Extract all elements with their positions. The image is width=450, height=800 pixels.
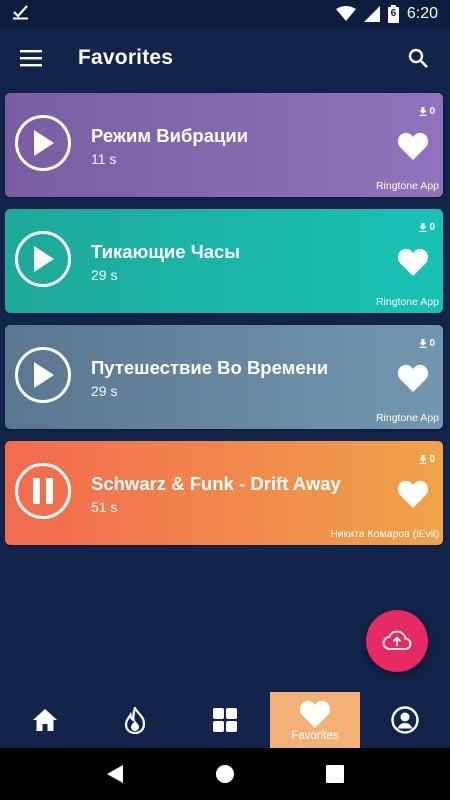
- back-icon: [107, 765, 123, 783]
- recents-button[interactable]: [315, 754, 355, 794]
- song-duration: 29 s: [91, 267, 118, 283]
- list-item[interactable]: Путешествие Во Времени 29 s 0 Ringtone A…: [5, 325, 443, 429]
- home-circle-icon: [216, 765, 234, 783]
- page-title: Favorites: [78, 46, 174, 69]
- pause-icon: [33, 478, 53, 504]
- play-button[interactable]: [15, 231, 71, 287]
- song-author: Ringtone App: [375, 296, 439, 308]
- battery-icon: 6: [387, 5, 399, 23]
- song-title: Режим Вибрации: [91, 125, 249, 146]
- status-time: 6:20: [406, 5, 438, 22]
- bottom-navigation: Favorites: [0, 692, 450, 748]
- favorite-heart-icon[interactable]: [397, 247, 429, 277]
- signal-icon: [363, 6, 380, 22]
- nav-home[interactable]: [0, 692, 90, 748]
- play-button[interactable]: [15, 347, 71, 403]
- app-bar: Favorites: [0, 28, 450, 88]
- song-author: Ringtone App: [375, 412, 439, 424]
- fire-icon: [124, 706, 146, 734]
- nav-trending[interactable]: [90, 692, 180, 748]
- download-count: 0: [419, 454, 435, 465]
- ringtone-list: Режим Вибрации 11 s 0 Ringtone App Тикаю…: [5, 93, 443, 557]
- nav-categories[interactable]: [180, 692, 270, 748]
- download-count-value: 0: [429, 106, 435, 117]
- heart-icon: [299, 700, 331, 728]
- favorite-heart-icon[interactable]: [397, 479, 429, 509]
- download-count: 0: [419, 222, 435, 233]
- menu-button[interactable]: [16, 43, 46, 73]
- favorite-heart-icon[interactable]: [397, 131, 429, 161]
- song-duration: 11 s: [91, 151, 117, 167]
- list-item[interactable]: Schwarz & Funk - Drift Away 51 s 0 Никит…: [5, 441, 443, 545]
- profile-icon: [391, 706, 419, 734]
- upload-button[interactable]: [366, 610, 428, 672]
- song-author: Никита Комаров (iEvil): [330, 528, 439, 540]
- song-title: Schwarz & Funk - Drift Away: [91, 473, 341, 494]
- song-duration: 29 s: [91, 383, 118, 399]
- download-icon: [419, 223, 427, 232]
- download-count: 0: [419, 106, 435, 117]
- song-author: Ringtone App: [375, 180, 439, 192]
- system-navigation-bar: [0, 748, 450, 800]
- home-icon: [33, 709, 57, 731]
- menu-icon: [20, 50, 42, 67]
- grid-icon: [213, 708, 237, 732]
- pause-button[interactable]: [15, 463, 71, 519]
- nav-favorites[interactable]: Favorites: [270, 692, 360, 748]
- check-icon: [12, 4, 30, 25]
- song-title: Путешествие Во Времени: [91, 357, 329, 378]
- play-icon: [34, 130, 54, 156]
- cloud-upload-icon: [382, 630, 412, 650]
- play-icon: [34, 362, 54, 388]
- song-title: Тикающие Часы: [91, 241, 241, 262]
- home-system-button[interactable]: [205, 754, 245, 794]
- search-icon: [408, 48, 428, 68]
- nav-profile[interactable]: [360, 692, 450, 748]
- list-item[interactable]: Тикающие Часы 29 s 0 Ringtone App: [5, 209, 443, 313]
- search-button[interactable]: [404, 44, 432, 72]
- battery-level: 6: [390, 8, 397, 19]
- download-count-value: 0: [429, 222, 435, 233]
- song-duration: 51 s: [91, 499, 118, 515]
- recents-icon: [326, 765, 344, 783]
- download-count: 0: [419, 338, 435, 349]
- wifi-icon: [335, 6, 356, 22]
- play-icon: [34, 246, 54, 272]
- download-icon: [419, 339, 427, 348]
- download-count-value: 0: [429, 338, 435, 349]
- play-button[interactable]: [15, 115, 71, 171]
- download-icon: [419, 455, 427, 464]
- download-count-value: 0: [429, 454, 435, 465]
- nav-favorites-label: Favorites: [291, 729, 339, 742]
- list-item[interactable]: Режим Вибрации 11 s 0 Ringtone App: [5, 93, 443, 197]
- favorite-heart-icon[interactable]: [397, 363, 429, 393]
- status-bar: 6 6:20: [0, 0, 450, 28]
- download-icon: [419, 107, 427, 116]
- back-button[interactable]: [95, 754, 135, 794]
